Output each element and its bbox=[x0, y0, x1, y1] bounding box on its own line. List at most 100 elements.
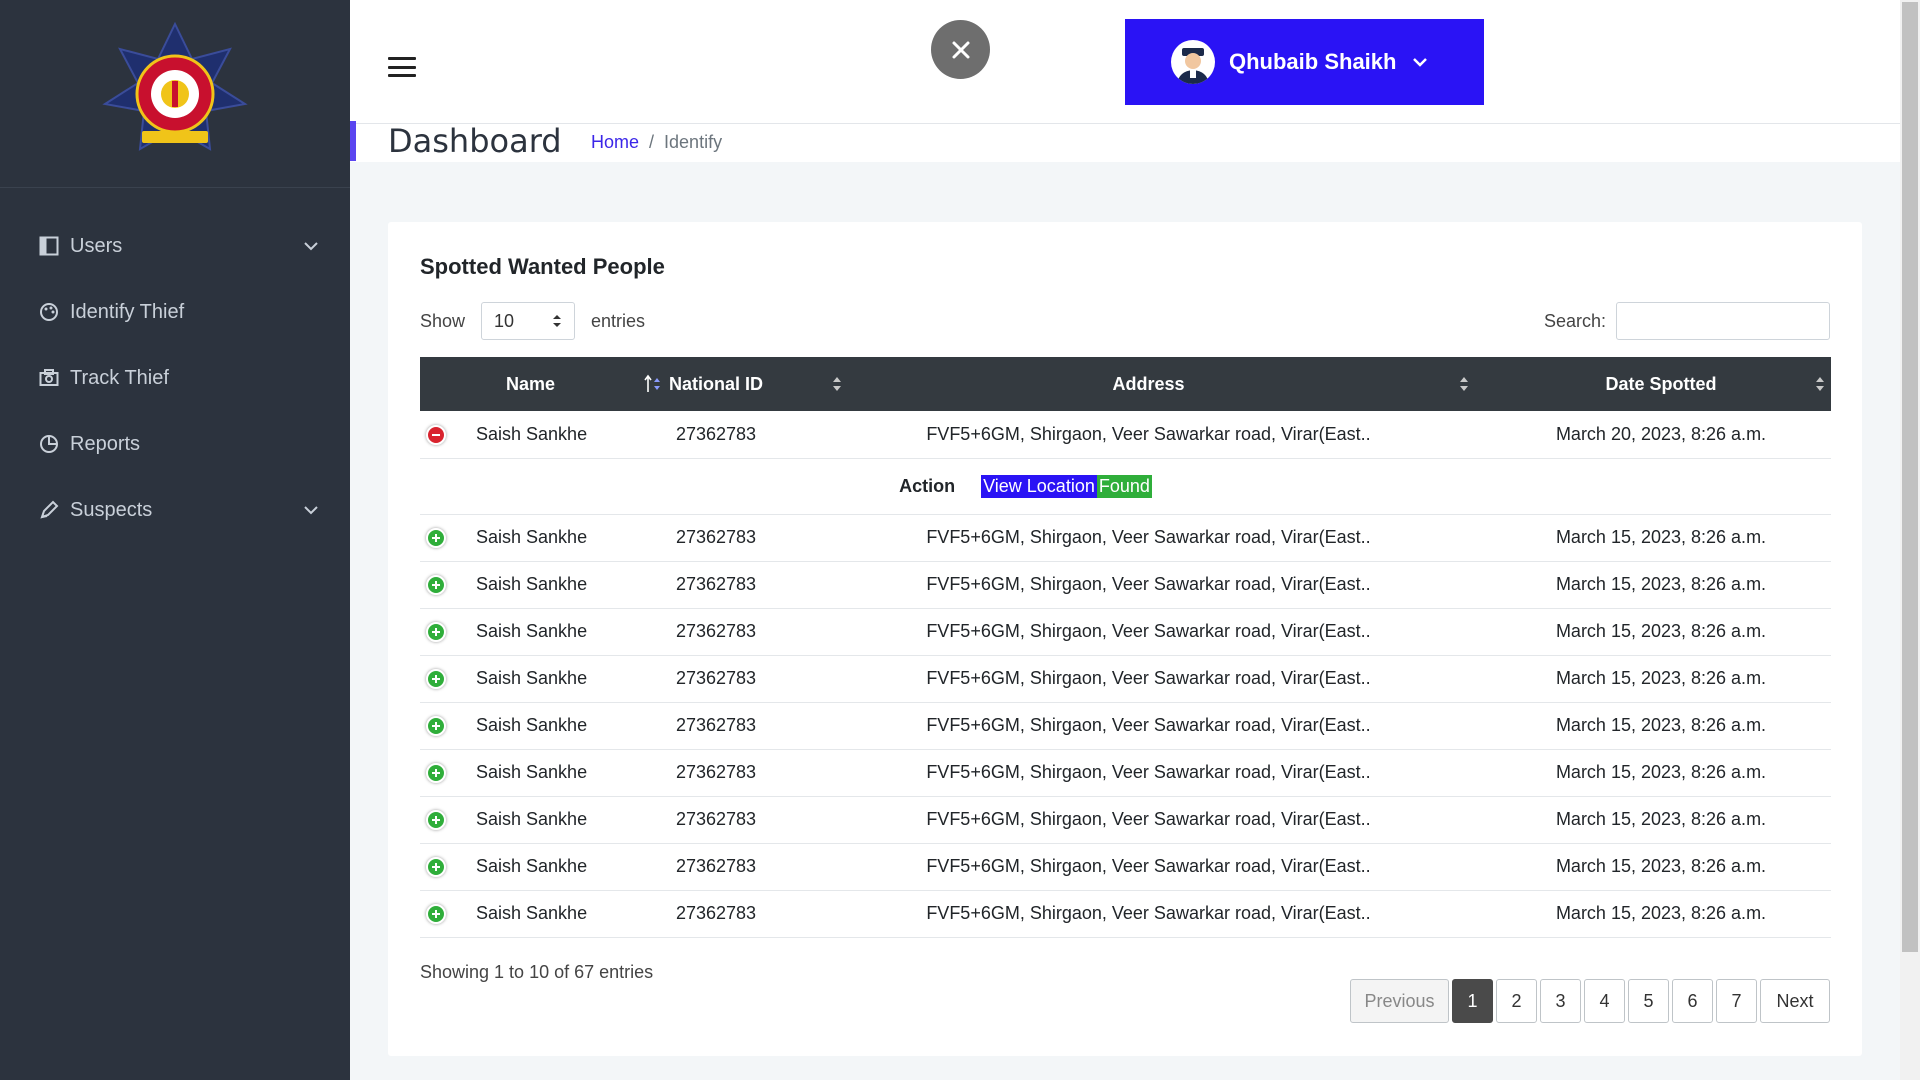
search-input[interactable] bbox=[1616, 302, 1830, 340]
table-row[interactable]: Saish Sankhe 27362783 FVF5+6GM, Shirgaon, … bbox=[420, 796, 1831, 844]
view-location-button[interactable]: View Location bbox=[981, 474, 1097, 498]
cell-name: Saish Sankhe bbox=[476, 749, 626, 797]
header-date-spotted[interactable]: Date Spotted bbox=[1491, 357, 1831, 411]
pagination: Previous 1 2 3 4 5 6 7 Next bbox=[1350, 979, 1830, 1023]
next-page-button[interactable]: Next bbox=[1760, 979, 1830, 1023]
expand-row-icon[interactable] bbox=[426, 575, 446, 595]
sidebar-item-reports[interactable]: Reports bbox=[0, 411, 350, 477]
entries-select-value: 10 bbox=[494, 310, 515, 331]
expand-row-icon[interactable] bbox=[426, 528, 446, 548]
sort-both-icon bbox=[1816, 377, 1824, 391]
expand-row-icon[interactable] bbox=[426, 716, 446, 736]
row-toggle-cell bbox=[420, 655, 476, 703]
row-toggle-cell bbox=[420, 608, 476, 656]
table-row-expanded[interactable]: Saish Sankhe 27362783 FVF5+6GM, Shirgaon… bbox=[420, 411, 1831, 459]
expand-row-icon[interactable] bbox=[426, 810, 446, 830]
expand-row-icon[interactable] bbox=[426, 904, 446, 924]
header-address-label: Address bbox=[1112, 373, 1185, 394]
columns-icon bbox=[38, 235, 60, 257]
cell-address: FVF5+6GM, Shirgaon, Veer Sawarkar road, … bbox=[806, 655, 1491, 703]
card-title: Spotted Wanted People bbox=[420, 254, 665, 279]
sidebar-item-identify-thief[interactable]: Identify Thief bbox=[0, 279, 350, 345]
title-bar: Dashboard Home / Identify bbox=[350, 121, 1900, 162]
expand-row-icon[interactable] bbox=[426, 857, 446, 877]
row-toggle-cell bbox=[420, 702, 476, 750]
table-row[interactable]: Saish Sankhe 27362783 FVF5+6GM, Shirgaon, … bbox=[420, 890, 1831, 938]
cell-name: Saish Sankhe bbox=[476, 796, 626, 844]
sidebar-item-track-thief[interactable]: Track Thief bbox=[0, 345, 350, 411]
found-button[interactable]: Found bbox=[1096, 474, 1152, 498]
menu-toggle-icon[interactable] bbox=[388, 57, 416, 77]
table-row[interactable]: Saish Sankhe 27362783 FVF5+6GM, Shirgaon, … bbox=[420, 702, 1831, 750]
cell-address: FVF5+6GM, Shirgaon, Veer Sawarkar road, … bbox=[806, 749, 1491, 797]
row-toggle-cell bbox=[420, 561, 476, 609]
title-accent bbox=[350, 121, 356, 161]
page-title: Dashboard bbox=[388, 122, 562, 160]
table-row[interactable]: Saish Sankhe 27362783 FVF5+6GM, Shirgaon, … bbox=[420, 561, 1831, 609]
cell-address: FVF5+6GM, Shirgaon, Veer Sawarkar road, … bbox=[806, 702, 1491, 750]
page-button-6[interactable]: 6 bbox=[1672, 979, 1713, 1023]
cell-national-id: 27362783 bbox=[626, 890, 806, 938]
chevron-down-icon bbox=[304, 242, 318, 251]
cell-national-id: 27362783 bbox=[626, 843, 806, 891]
sidebar-item-users[interactable]: Users bbox=[0, 213, 350, 279]
palette-icon bbox=[38, 301, 60, 323]
expand-row-icon[interactable] bbox=[426, 622, 446, 642]
page-button-2[interactable]: 2 bbox=[1496, 979, 1537, 1023]
breadcrumb-home-link[interactable]: Home bbox=[591, 132, 639, 153]
close-icon bbox=[952, 41, 969, 58]
expand-row-icon[interactable] bbox=[426, 669, 446, 689]
sidebar-item-label: Track Thief bbox=[70, 366, 169, 389]
cell-name: Saish Sankhe bbox=[476, 890, 626, 938]
page-button-1[interactable]: 1 bbox=[1452, 979, 1493, 1023]
cell-date: March 15, 2023, 8:26 a.m. bbox=[1491, 890, 1831, 938]
header-address[interactable]: Address bbox=[806, 357, 1491, 411]
cell-date: March 15, 2023, 8:26 a.m. bbox=[1491, 702, 1831, 750]
cell-date: March 15, 2023, 8:26 a.m. bbox=[1491, 843, 1831, 891]
table-row[interactable]: Saish Sankhe 27362783 FVF5+6GM, Shirgaon, … bbox=[420, 655, 1831, 703]
page-button-5[interactable]: 5 bbox=[1628, 979, 1669, 1023]
collapse-row-icon[interactable] bbox=[426, 424, 446, 445]
sidebar-item-label: Users bbox=[70, 234, 123, 257]
cell-date: March 15, 2023, 8:26 a.m. bbox=[1491, 561, 1831, 609]
cell-date: March 15, 2023, 8:26 a.m. bbox=[1491, 796, 1831, 844]
table-row-child: Action View Location Found bbox=[420, 458, 1831, 515]
cell-date: March 15, 2023, 8:26 a.m. bbox=[1491, 749, 1831, 797]
row-toggle-cell bbox=[420, 890, 476, 938]
row-toggle-cell bbox=[420, 514, 476, 562]
cell-national-id: 27362783 bbox=[626, 411, 806, 459]
header-name-label: Name bbox=[506, 373, 556, 394]
table-row[interactable]: Saish Sankhe 27362783 FVF5+6GM, Shirgaon, … bbox=[420, 749, 1831, 797]
page-button-3[interactable]: 3 bbox=[1540, 979, 1581, 1023]
header-name[interactable]: Name bbox=[476, 357, 660, 411]
table-row[interactable]: Saish Sankhe 27362783 FVF5+6GM, Shirgaon, … bbox=[420, 514, 1831, 562]
topbar: Qhubaib Shaikh bbox=[350, 0, 1900, 124]
pie-chart-icon bbox=[38, 433, 60, 455]
sidebar: Users Identify Thief Track Thief Reports bbox=[0, 0, 350, 1080]
cell-date: March 15, 2023, 8:26 a.m. bbox=[1491, 514, 1831, 562]
table-row[interactable]: Saish Sankhe 27362783 FVF5+6GM, Shirgaon, … bbox=[420, 608, 1831, 656]
vertical-scrollbar[interactable] bbox=[1900, 0, 1920, 1080]
expand-row-icon[interactable] bbox=[426, 763, 446, 783]
show-label: Show bbox=[420, 310, 466, 331]
cell-national-id: 27362783 bbox=[626, 561, 806, 609]
camera-icon bbox=[38, 367, 60, 389]
previous-page-button[interactable]: Previous bbox=[1350, 979, 1449, 1023]
sort-updown-icon bbox=[553, 315, 562, 327]
header-national-id[interactable]: National ID bbox=[626, 357, 841, 411]
entries-select[interactable]: 10 bbox=[481, 302, 576, 340]
breadcrumb-current: Identify bbox=[664, 132, 723, 152]
cell-national-id: 27362783 bbox=[626, 608, 806, 656]
cell-name: Saish Sankhe bbox=[476, 514, 626, 562]
entries-label: entries bbox=[591, 310, 646, 331]
page-button-4[interactable]: 4 bbox=[1584, 979, 1625, 1023]
chevron-down-icon bbox=[304, 506, 318, 515]
police-logo[interactable] bbox=[100, 19, 250, 169]
table-row[interactable]: Saish Sankhe 27362783 FVF5+6GM, Shirgaon, … bbox=[420, 843, 1831, 891]
sort-both-icon bbox=[1460, 377, 1468, 391]
user-menu-button[interactable]: Qhubaib Shaikh bbox=[1125, 19, 1484, 105]
cell-date: March 20, 2023, 8:26 a.m. bbox=[1491, 411, 1831, 459]
close-button[interactable] bbox=[931, 20, 990, 79]
page-button-7[interactable]: 7 bbox=[1716, 979, 1757, 1023]
scrollbar-thumb[interactable] bbox=[1902, 2, 1918, 952]
